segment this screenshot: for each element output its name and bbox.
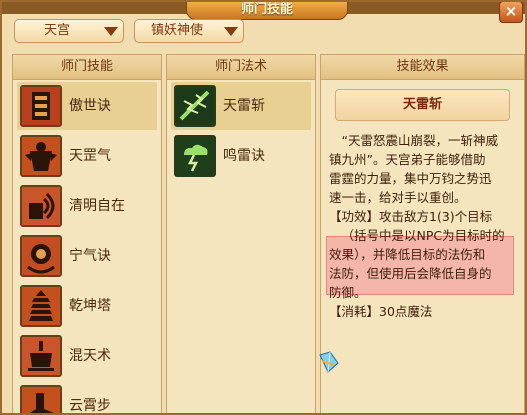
spell-name-heading: 天雷斩 — [335, 89, 510, 121]
skill-label: 宁气诀 — [69, 248, 111, 264]
skill-label: 天罡气 — [69, 148, 111, 164]
effect-line: 效果），并降低目标的法伤和 — [329, 247, 486, 262]
role-dropdown-value: 镇妖神使 — [150, 23, 203, 38]
chevron-down-icon — [99, 20, 123, 42]
skills-column-header: 师门技能 — [13, 55, 161, 80]
spell-label: 天雷斩 — [223, 98, 265, 114]
spells-panel: 师门法术 天雷斩 鸣雷诀 — [166, 54, 316, 413]
role-dropdown[interactable]: 镇妖神使 — [134, 19, 244, 43]
skill-item-yunxiaobu[interactable]: 云霄步 — [17, 382, 157, 414]
effect-description: “天雷怒震山崩裂，一斩神威 镇九州”。天宫弟子能够借助 雷霆的力量，集中万钧之势… — [329, 131, 516, 321]
skill-label: 混天术 — [69, 348, 111, 364]
skill-label: 云霄步 — [69, 398, 111, 414]
pillar-icon — [20, 85, 62, 127]
effect-line: “天雷怒震山崩裂，一斩神威 — [341, 133, 498, 148]
spell-item-mingleijue[interactable]: 鸣雷诀 — [171, 132, 311, 180]
signal-icon — [20, 185, 62, 227]
cauldron-icon — [20, 335, 62, 377]
effect-panel: 技能效果 天雷斩 “天雷怒震山崩裂，一斩神威 镇九州”。天宫弟子能够借助 雷霆的… — [320, 54, 525, 413]
effect-line: 防御。 — [329, 285, 367, 300]
effect-line: 镇九州”。天宫弟子能够借助 — [329, 152, 486, 167]
sect-dropdown-value: 天宫 — [43, 23, 70, 38]
thunder-cloud-icon — [174, 135, 216, 177]
orb-icon — [20, 235, 62, 277]
close-button[interactable]: × — [499, 2, 523, 23]
effect-line: （括号中是以NPC为目标时的 — [341, 228, 505, 243]
skill-window: 师门技能 × 天宫 镇妖神使 师门技能 傲世诀 天罡气 清明自在 宁气诀 乾坤塔… — [0, 0, 527, 415]
boot-icon — [20, 385, 62, 413]
crystal-cursor-icon — [318, 351, 340, 377]
skill-item-qingmingzizai[interactable]: 清明自在 — [17, 182, 157, 230]
sect-dropdown[interactable]: 天宫 — [14, 19, 124, 43]
skill-item-qiankunta[interactable]: 乾坤塔 — [17, 282, 157, 330]
skill-label: 清明自在 — [69, 198, 125, 214]
skill-label: 乾坤塔 — [69, 298, 111, 314]
effect-line: 速一击，给对手以重创。 — [329, 190, 467, 205]
chevron-down-icon — [219, 20, 243, 42]
pagoda-icon — [20, 285, 62, 327]
effect-line: 雷霆的力量，集中万钧之势迅 — [329, 171, 492, 186]
skill-label: 傲世诀 — [69, 98, 111, 114]
spell-label: 鸣雷诀 — [223, 148, 265, 164]
spell-item-tianleizhan[interactable]: 天雷斩 — [171, 82, 311, 130]
skill-item-aoshijue[interactable]: 傲世诀 — [17, 82, 157, 130]
effect-column-header: 技能效果 — [321, 55, 524, 80]
effect-line: 【功效】攻击敌方1(3)个目标 — [329, 209, 493, 224]
skill-item-tiangangqi[interactable]: 天罡气 — [17, 132, 157, 180]
skill-item-huntianshu[interactable]: 混天术 — [17, 332, 157, 380]
effect-line: 法防，但使用后会降低自身的 — [329, 266, 492, 281]
skills-panel: 师门技能 傲世诀 天罡气 清明自在 宁气诀 乾坤塔 混天术 云霄步 — [12, 54, 162, 414]
effect-line: 【消耗】30点魔法 — [329, 304, 433, 319]
spells-column-header: 师门法术 — [167, 55, 315, 80]
skill-item-ningqijue[interactable]: 宁气诀 — [17, 232, 157, 280]
thunder-blade-icon — [174, 85, 216, 127]
warrior-icon — [20, 135, 62, 177]
window-title: 师门技能 — [186, 2, 348, 20]
